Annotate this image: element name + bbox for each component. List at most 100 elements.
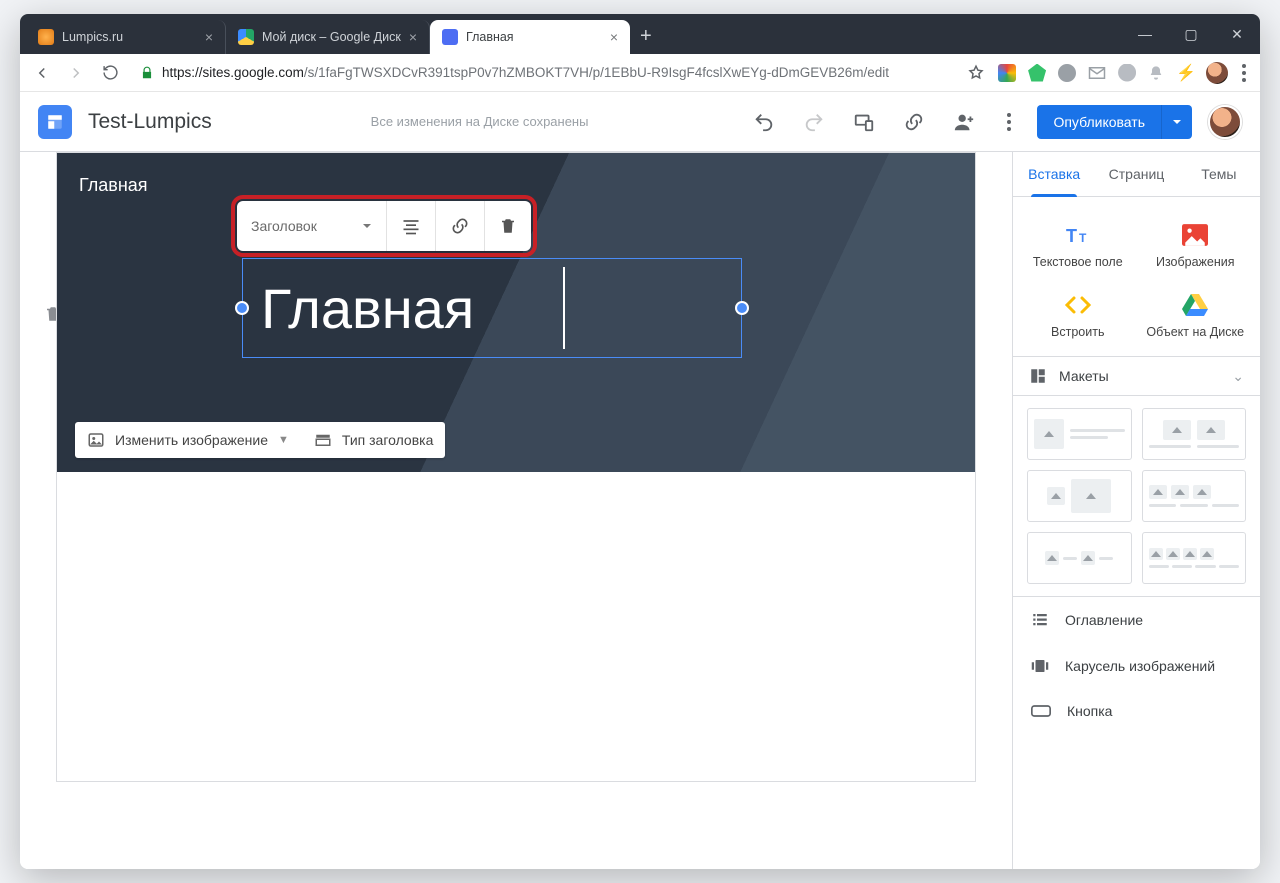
forward-button[interactable] xyxy=(64,61,88,85)
browser-window: Lumpics.ru × Мой диск – Google Диск × Гл… xyxy=(20,14,1260,869)
insert-label: Текстовое поле xyxy=(1023,255,1133,271)
favicon-drive xyxy=(238,29,254,45)
insert-carousel[interactable]: Карусель изображений xyxy=(1013,643,1260,689)
resize-handle-left[interactable] xyxy=(235,301,249,315)
right-panel: Вставка Страниц Темы TT Текстовое поле И… xyxy=(1012,152,1260,869)
insert-text-box[interactable]: TT Текстовое поле xyxy=(1019,213,1137,279)
tab-insert[interactable]: Вставка xyxy=(1013,152,1095,196)
tab-strip: Lumpics.ru × Мой диск – Google Диск × Гл… xyxy=(20,20,1122,54)
insert-label: Объект на Диске xyxy=(1141,325,1251,341)
layout-option[interactable] xyxy=(1027,532,1132,584)
component-list: Оглавление Карусель изображений Кнопка xyxy=(1013,596,1260,733)
hero-section[interactable]: Главная Заголовок xyxy=(56,152,976,472)
publish-button[interactable]: Опубликовать xyxy=(1037,105,1161,139)
lock-icon xyxy=(140,66,154,80)
redo-button[interactable] xyxy=(797,105,831,139)
close-window-button[interactable]: ✕ xyxy=(1214,14,1260,54)
list-item-label: Оглавление xyxy=(1065,612,1143,628)
reload-button[interactable] xyxy=(98,61,122,85)
insert-drive[interactable]: Объект на Диске xyxy=(1137,283,1255,349)
layout-grid xyxy=(1013,396,1260,596)
change-image-button[interactable]: Изменить изображение ▼ Тип заголовка xyxy=(75,422,445,458)
heading-style-label: Заголовок xyxy=(251,218,317,234)
publish-dropdown-button[interactable] xyxy=(1161,105,1192,139)
publish-button-group: Опубликовать xyxy=(1037,105,1192,139)
tab-drive[interactable]: Мой диск – Google Диск × xyxy=(226,20,430,54)
url-field[interactable]: https://sites.google.com/s/1faFgTWSXDCvR… xyxy=(132,59,954,87)
canvas[interactable]: Главная Заголовок xyxy=(20,152,1012,869)
sites-logo-icon[interactable] xyxy=(38,105,72,139)
tab-title: Главная xyxy=(466,30,602,44)
image-icon xyxy=(1141,221,1251,249)
tab-themes[interactable]: Темы xyxy=(1178,152,1260,196)
layout-option[interactable] xyxy=(1027,408,1132,460)
hero-controls: Изменить изображение ▼ Тип заголовка xyxy=(75,422,445,458)
close-icon[interactable]: × xyxy=(205,30,213,44)
tab-sites-active[interactable]: Главная × xyxy=(430,20,630,54)
title-text[interactable]: Главная xyxy=(261,276,474,341)
share-button[interactable] xyxy=(947,105,981,139)
drive-icon xyxy=(1141,291,1251,319)
account-avatar[interactable] xyxy=(1208,105,1242,139)
insert-images[interactable]: Изображения xyxy=(1137,213,1255,279)
layout-option[interactable] xyxy=(1027,470,1132,522)
bookmark-star-icon[interactable] xyxy=(964,61,988,85)
maximize-button[interactable]: ▢ xyxy=(1168,14,1214,54)
text-icon: TT xyxy=(1023,221,1133,249)
layout-option[interactable] xyxy=(1142,408,1247,460)
insert-label: Изображения xyxy=(1141,255,1251,271)
empty-section[interactable] xyxy=(56,472,976,782)
more-button[interactable] xyxy=(997,107,1021,137)
tab-pages[interactable]: Страниц xyxy=(1095,152,1177,196)
extension-icons: ⚡ xyxy=(998,63,1196,83)
change-image-label: Изменить изображение xyxy=(115,432,268,448)
ext-icon[interactable] xyxy=(1148,64,1164,82)
list-item-label: Кнопка xyxy=(1067,703,1112,719)
layout-option[interactable] xyxy=(1142,532,1247,584)
layouts-label: Макеты xyxy=(1059,368,1109,384)
app-header: Test-Lumpics Все изменения на Диске сохр… xyxy=(20,92,1260,152)
svg-text:T: T xyxy=(1079,231,1087,245)
insert-link-button[interactable] xyxy=(436,201,485,251)
insert-label: Встроить xyxy=(1023,325,1133,341)
collapse-icon[interactable]: ⌄ xyxy=(1232,368,1244,385)
tab-lumpics[interactable]: Lumpics.ru × xyxy=(26,20,226,54)
align-button[interactable] xyxy=(387,201,436,251)
ext-icon[interactable] xyxy=(1028,64,1046,82)
embed-icon xyxy=(1023,291,1133,319)
new-tab-button[interactable]: + xyxy=(630,25,662,54)
preview-button[interactable] xyxy=(847,105,881,139)
layouts-icon xyxy=(1029,367,1047,385)
title-text-block[interactable]: Главная xyxy=(242,258,742,358)
ext-icon[interactable]: ⚡ xyxy=(1176,63,1196,83)
resize-handle-right[interactable] xyxy=(735,301,749,315)
minimize-button[interactable]: — xyxy=(1122,14,1168,54)
profile-avatar[interactable] xyxy=(1206,62,1228,84)
page-name-label[interactable]: Главная xyxy=(79,175,148,196)
back-button[interactable] xyxy=(30,61,54,85)
layouts-header[interactable]: Макеты ⌄ xyxy=(1013,356,1260,396)
save-status: Все изменения на Диске сохранены xyxy=(228,114,732,129)
browser-menu-button[interactable] xyxy=(1238,64,1250,82)
close-icon[interactable]: × xyxy=(409,30,417,44)
heading-style-dropdown[interactable]: Заголовок xyxy=(237,201,387,251)
chevron-down-icon: ▼ xyxy=(278,434,289,446)
undo-button[interactable] xyxy=(747,105,781,139)
close-icon[interactable]: × xyxy=(610,30,618,44)
text-format-toolbar: Заголовок xyxy=(237,201,531,251)
header-type-label: Тип заголовка xyxy=(342,432,433,448)
link-button[interactable] xyxy=(897,105,931,139)
layout-option[interactable] xyxy=(1142,470,1247,522)
ext-icon[interactable] xyxy=(1088,64,1106,82)
site-name[interactable]: Test-Lumpics xyxy=(88,110,212,134)
insert-button[interactable]: Кнопка xyxy=(1013,689,1260,733)
window-controls: — ▢ ✕ xyxy=(1122,14,1260,54)
svg-text:T: T xyxy=(1066,226,1077,246)
ext-icon[interactable] xyxy=(998,64,1016,82)
ext-icon[interactable] xyxy=(1118,64,1136,82)
delete-button[interactable] xyxy=(485,201,531,251)
insert-embed[interactable]: Встроить xyxy=(1019,283,1137,349)
titlebar: Lumpics.ru × Мой диск – Google Диск × Гл… xyxy=(20,14,1260,54)
insert-toc[interactable]: Оглавление xyxy=(1013,597,1260,643)
ext-icon[interactable] xyxy=(1058,64,1076,82)
